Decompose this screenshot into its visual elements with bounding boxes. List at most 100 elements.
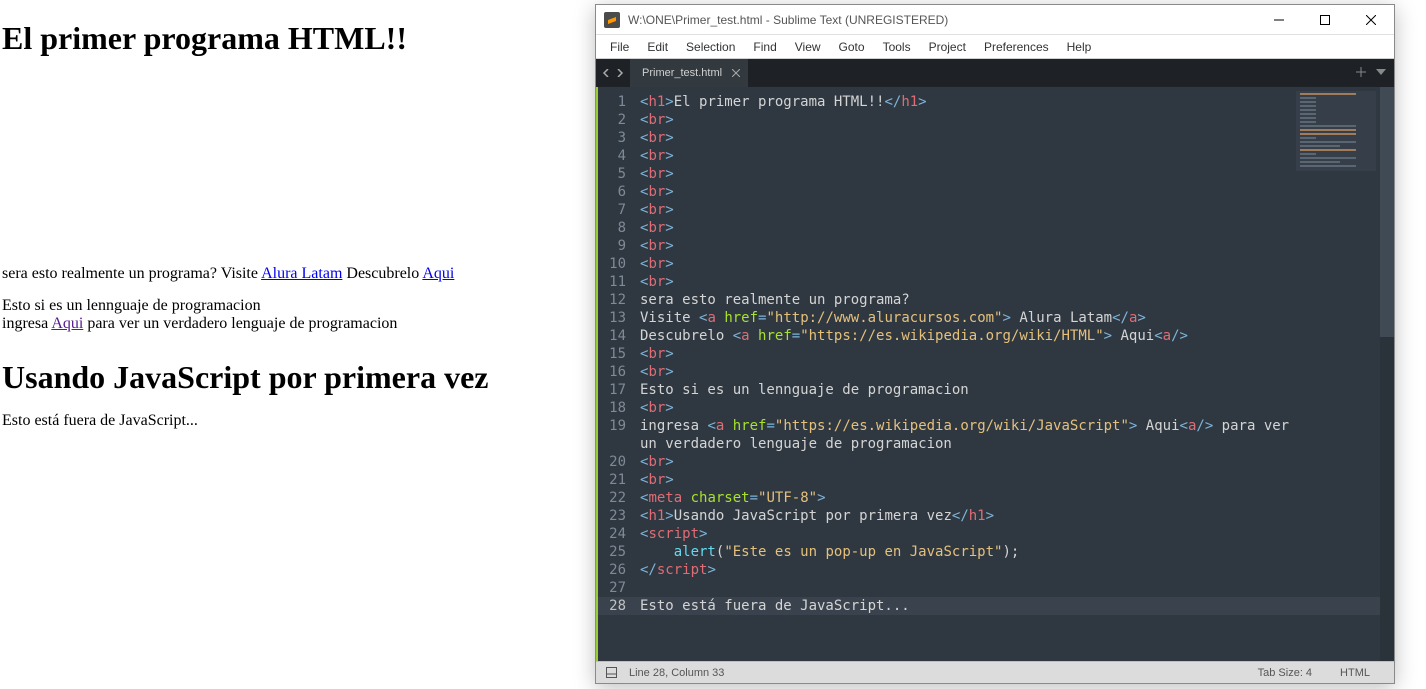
menu-edit[interactable]: Edit <box>639 37 676 57</box>
text: ingresa <box>2 315 51 332</box>
line-number[interactable]: 16 <box>598 363 626 381</box>
line-number[interactable]: 23 <box>598 507 626 525</box>
line-number[interactable]: 19 <box>598 417 626 435</box>
menu-selection[interactable]: Selection <box>678 37 743 57</box>
line-number[interactable]: 1 <box>598 93 626 111</box>
spacing <box>2 73 593 251</box>
line-number[interactable]: 8 <box>598 219 626 237</box>
code-line[interactable]: <br> <box>636 363 1380 381</box>
close-button[interactable] <box>1348 5 1394 34</box>
status-syntax[interactable]: HTML <box>1326 667 1384 679</box>
line-number[interactable]: 20 <box>598 453 626 471</box>
code-line[interactable]: <br> <box>636 471 1380 489</box>
scrollbar-thumb[interactable] <box>1380 87 1394 337</box>
page-heading: El primer programa HTML!! <box>2 20 593 57</box>
code-line[interactable]: <br> <box>636 219 1380 237</box>
tab-nav <box>596 59 630 87</box>
code-line[interactable]: Esto si es un lennguaje de programacion <box>636 381 1380 399</box>
page-heading-2: Usando JavaScript por primera vez <box>2 359 593 396</box>
new-tab-icon[interactable] <box>1356 66 1366 80</box>
line-number[interactable]: 5 <box>598 165 626 183</box>
line-number[interactable]: 11 <box>598 273 626 291</box>
line-number[interactable]: 22 <box>598 489 626 507</box>
code-line[interactable]: <br> <box>636 399 1380 417</box>
menu-tools[interactable]: Tools <box>875 37 919 57</box>
tab-primer-test[interactable]: Primer_test.html <box>630 59 749 87</box>
text: sera esto realmente un programa? Visite <box>2 265 261 282</box>
code-line[interactable]: Esto está fuera de JavaScript... <box>636 597 1380 615</box>
code-line[interactable]: alert("Este es un pop-up en JavaScript")… <box>636 543 1380 561</box>
code-line[interactable]: <br> <box>636 255 1380 273</box>
tab-close-icon[interactable] <box>732 69 740 77</box>
line-number[interactable] <box>598 435 626 453</box>
code-line[interactable]: <br> <box>636 147 1380 165</box>
code-line[interactable]: <br> <box>636 201 1380 219</box>
line-number[interactable]: 18 <box>598 399 626 417</box>
menu-preferences[interactable]: Preferences <box>976 37 1057 57</box>
code-line[interactable]: <script> <box>636 525 1380 543</box>
code-line[interactable]: Visite <a href="http://www.aluracursos.c… <box>636 309 1380 327</box>
link-aqui-js[interactable]: Aqui <box>51 315 83 332</box>
code-area[interactable]: <h1>El primer programa HTML!!</h1><br><b… <box>636 87 1380 661</box>
paragraph-1: sera esto realmente un programa? Visite … <box>2 265 593 283</box>
menu-help[interactable]: Help <box>1059 37 1100 57</box>
code-line[interactable]: <h1>Usando JavaScript por primera vez</h… <box>636 507 1380 525</box>
menu-view[interactable]: View <box>787 37 829 57</box>
line-number[interactable]: 4 <box>598 147 626 165</box>
menu-find[interactable]: Find <box>745 37 784 57</box>
code-line[interactable]: <br> <box>636 237 1380 255</box>
line-number[interactable]: 21 <box>598 471 626 489</box>
code-line[interactable]: <br> <box>636 453 1380 471</box>
line-number[interactable]: 26 <box>598 561 626 579</box>
line-number[interactable]: 13 <box>598 309 626 327</box>
maximize-button[interactable] <box>1302 5 1348 34</box>
line-number[interactable]: 7 <box>598 201 626 219</box>
link-aqui-html[interactable]: Aqui <box>422 265 454 282</box>
line-number[interactable]: 3 <box>598 129 626 147</box>
line-number[interactable]: 17 <box>598 381 626 399</box>
panel-switcher-icon[interactable] <box>606 667 617 678</box>
sublime-app-icon <box>604 12 620 28</box>
line-number[interactable]: 28 <box>598 597 636 615</box>
code-line[interactable]: <br> <box>636 183 1380 201</box>
code-line[interactable]: <meta charset="UTF-8"> <box>636 489 1380 507</box>
code-line[interactable]: <br> <box>636 345 1380 363</box>
menu-goto[interactable]: Goto <box>831 37 873 57</box>
status-tab-size[interactable]: Tab Size: 4 <box>1244 667 1326 679</box>
line-number[interactable]: 25 <box>598 543 626 561</box>
line-number[interactable]: 15 <box>598 345 626 363</box>
code-line[interactable]: <br> <box>636 273 1380 291</box>
code-line[interactable] <box>636 579 1380 597</box>
menu-project[interactable]: Project <box>921 37 974 57</box>
code-line[interactable]: </script> <box>636 561 1380 579</box>
code-line[interactable]: un verdadero lenguaje de programacion <box>636 435 1380 453</box>
code-line[interactable]: ingresa <a href="https://es.wikipedia.or… <box>636 417 1380 435</box>
line-number[interactable]: 9 <box>598 237 626 255</box>
nav-back-icon[interactable] <box>602 66 610 80</box>
line-number[interactable]: 6 <box>598 183 626 201</box>
status-line-col[interactable]: Line 28, Column 33 <box>629 667 724 679</box>
minimize-button[interactable] <box>1256 5 1302 34</box>
code-line[interactable]: <br> <box>636 165 1380 183</box>
code-line[interactable]: <br> <box>636 111 1380 129</box>
tab-actions <box>1348 59 1394 87</box>
code-line[interactable]: sera esto realmente un programa? <box>636 291 1380 309</box>
nav-forward-icon[interactable] <box>616 66 624 80</box>
code-line[interactable]: Descubrelo <a href="https://es.wikipedia… <box>636 327 1380 345</box>
titlebar[interactable]: W:\ONE\Primer_test.html - Sublime Text (… <box>596 5 1394 35</box>
line-number[interactable]: 27 <box>598 579 626 597</box>
code-line[interactable]: <br> <box>636 129 1380 147</box>
minimap[interactable] <box>1296 91 1376 171</box>
line-number[interactable]: 10 <box>598 255 626 273</box>
menu-file[interactable]: File <box>602 37 637 57</box>
line-number[interactable]: 2 <box>598 111 626 129</box>
line-number[interactable]: 14 <box>598 327 626 345</box>
line-number[interactable]: 24 <box>598 525 626 543</box>
code-line[interactable]: <h1>El primer programa HTML!!</h1> <box>636 93 1380 111</box>
paragraph-3: Esto está fuera de JavaScript... <box>2 412 593 430</box>
line-number[interactable]: 12 <box>598 291 626 309</box>
tab-dropdown-icon[interactable] <box>1376 66 1386 80</box>
link-alura-latam[interactable]: Alura Latam <box>261 265 342 282</box>
vertical-scrollbar[interactable] <box>1380 87 1394 661</box>
line-gutter[interactable]: 1234567891011121314151617181920212223242… <box>598 87 636 661</box>
